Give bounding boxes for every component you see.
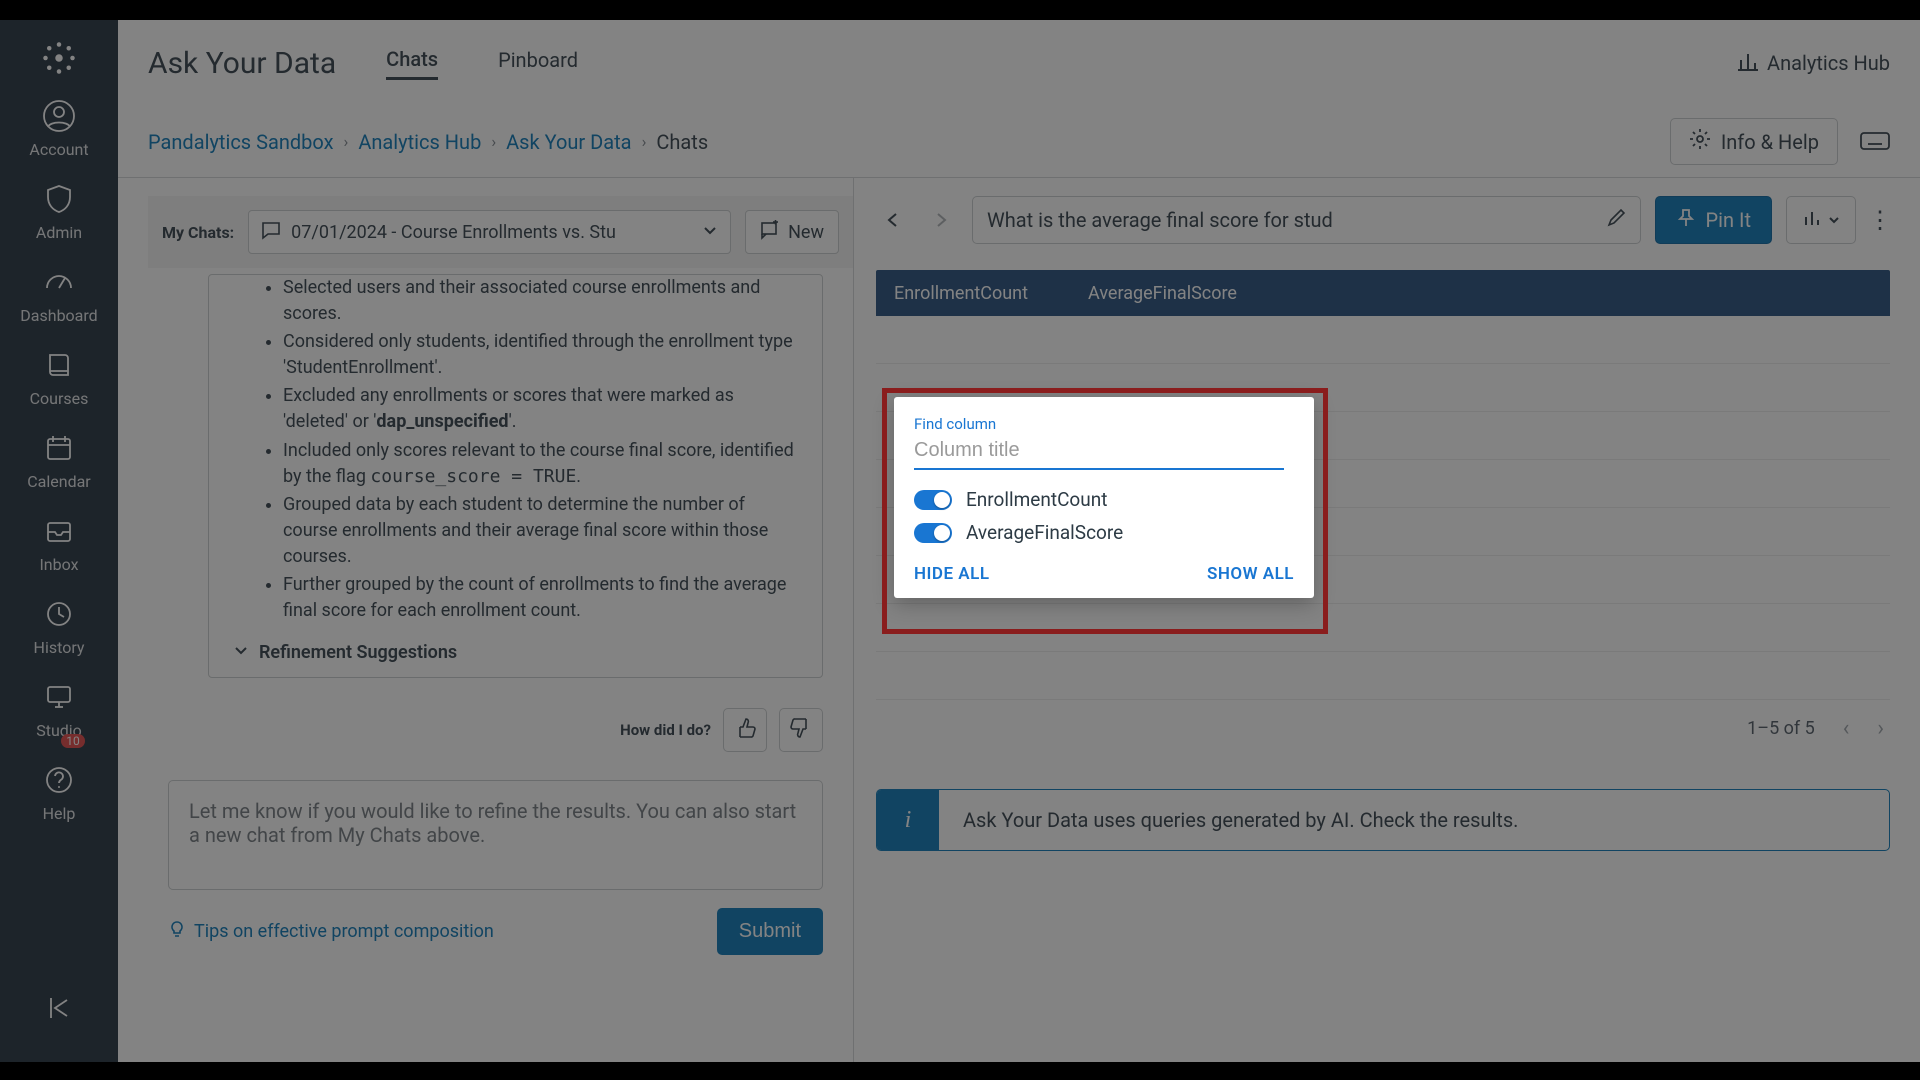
column-toggle-label: AverageFinalScore: [966, 521, 1123, 544]
show-all-button[interactable]: SHOW ALL: [1207, 564, 1294, 584]
column-toggle-row: AverageFinalScore: [914, 521, 1294, 544]
column-toggle[interactable]: [914, 523, 952, 543]
column-search-input[interactable]: [914, 435, 1284, 470]
hide-all-button[interactable]: HIDE ALL: [914, 564, 990, 584]
column-filter-popup: Find column EnrollmentCount AverageFinal…: [894, 397, 1314, 598]
find-column-label: Find column: [914, 415, 1294, 433]
column-toggle-row: EnrollmentCount: [914, 488, 1294, 511]
column-toggle[interactable]: [914, 490, 952, 510]
column-toggle-label: EnrollmentCount: [966, 488, 1107, 511]
